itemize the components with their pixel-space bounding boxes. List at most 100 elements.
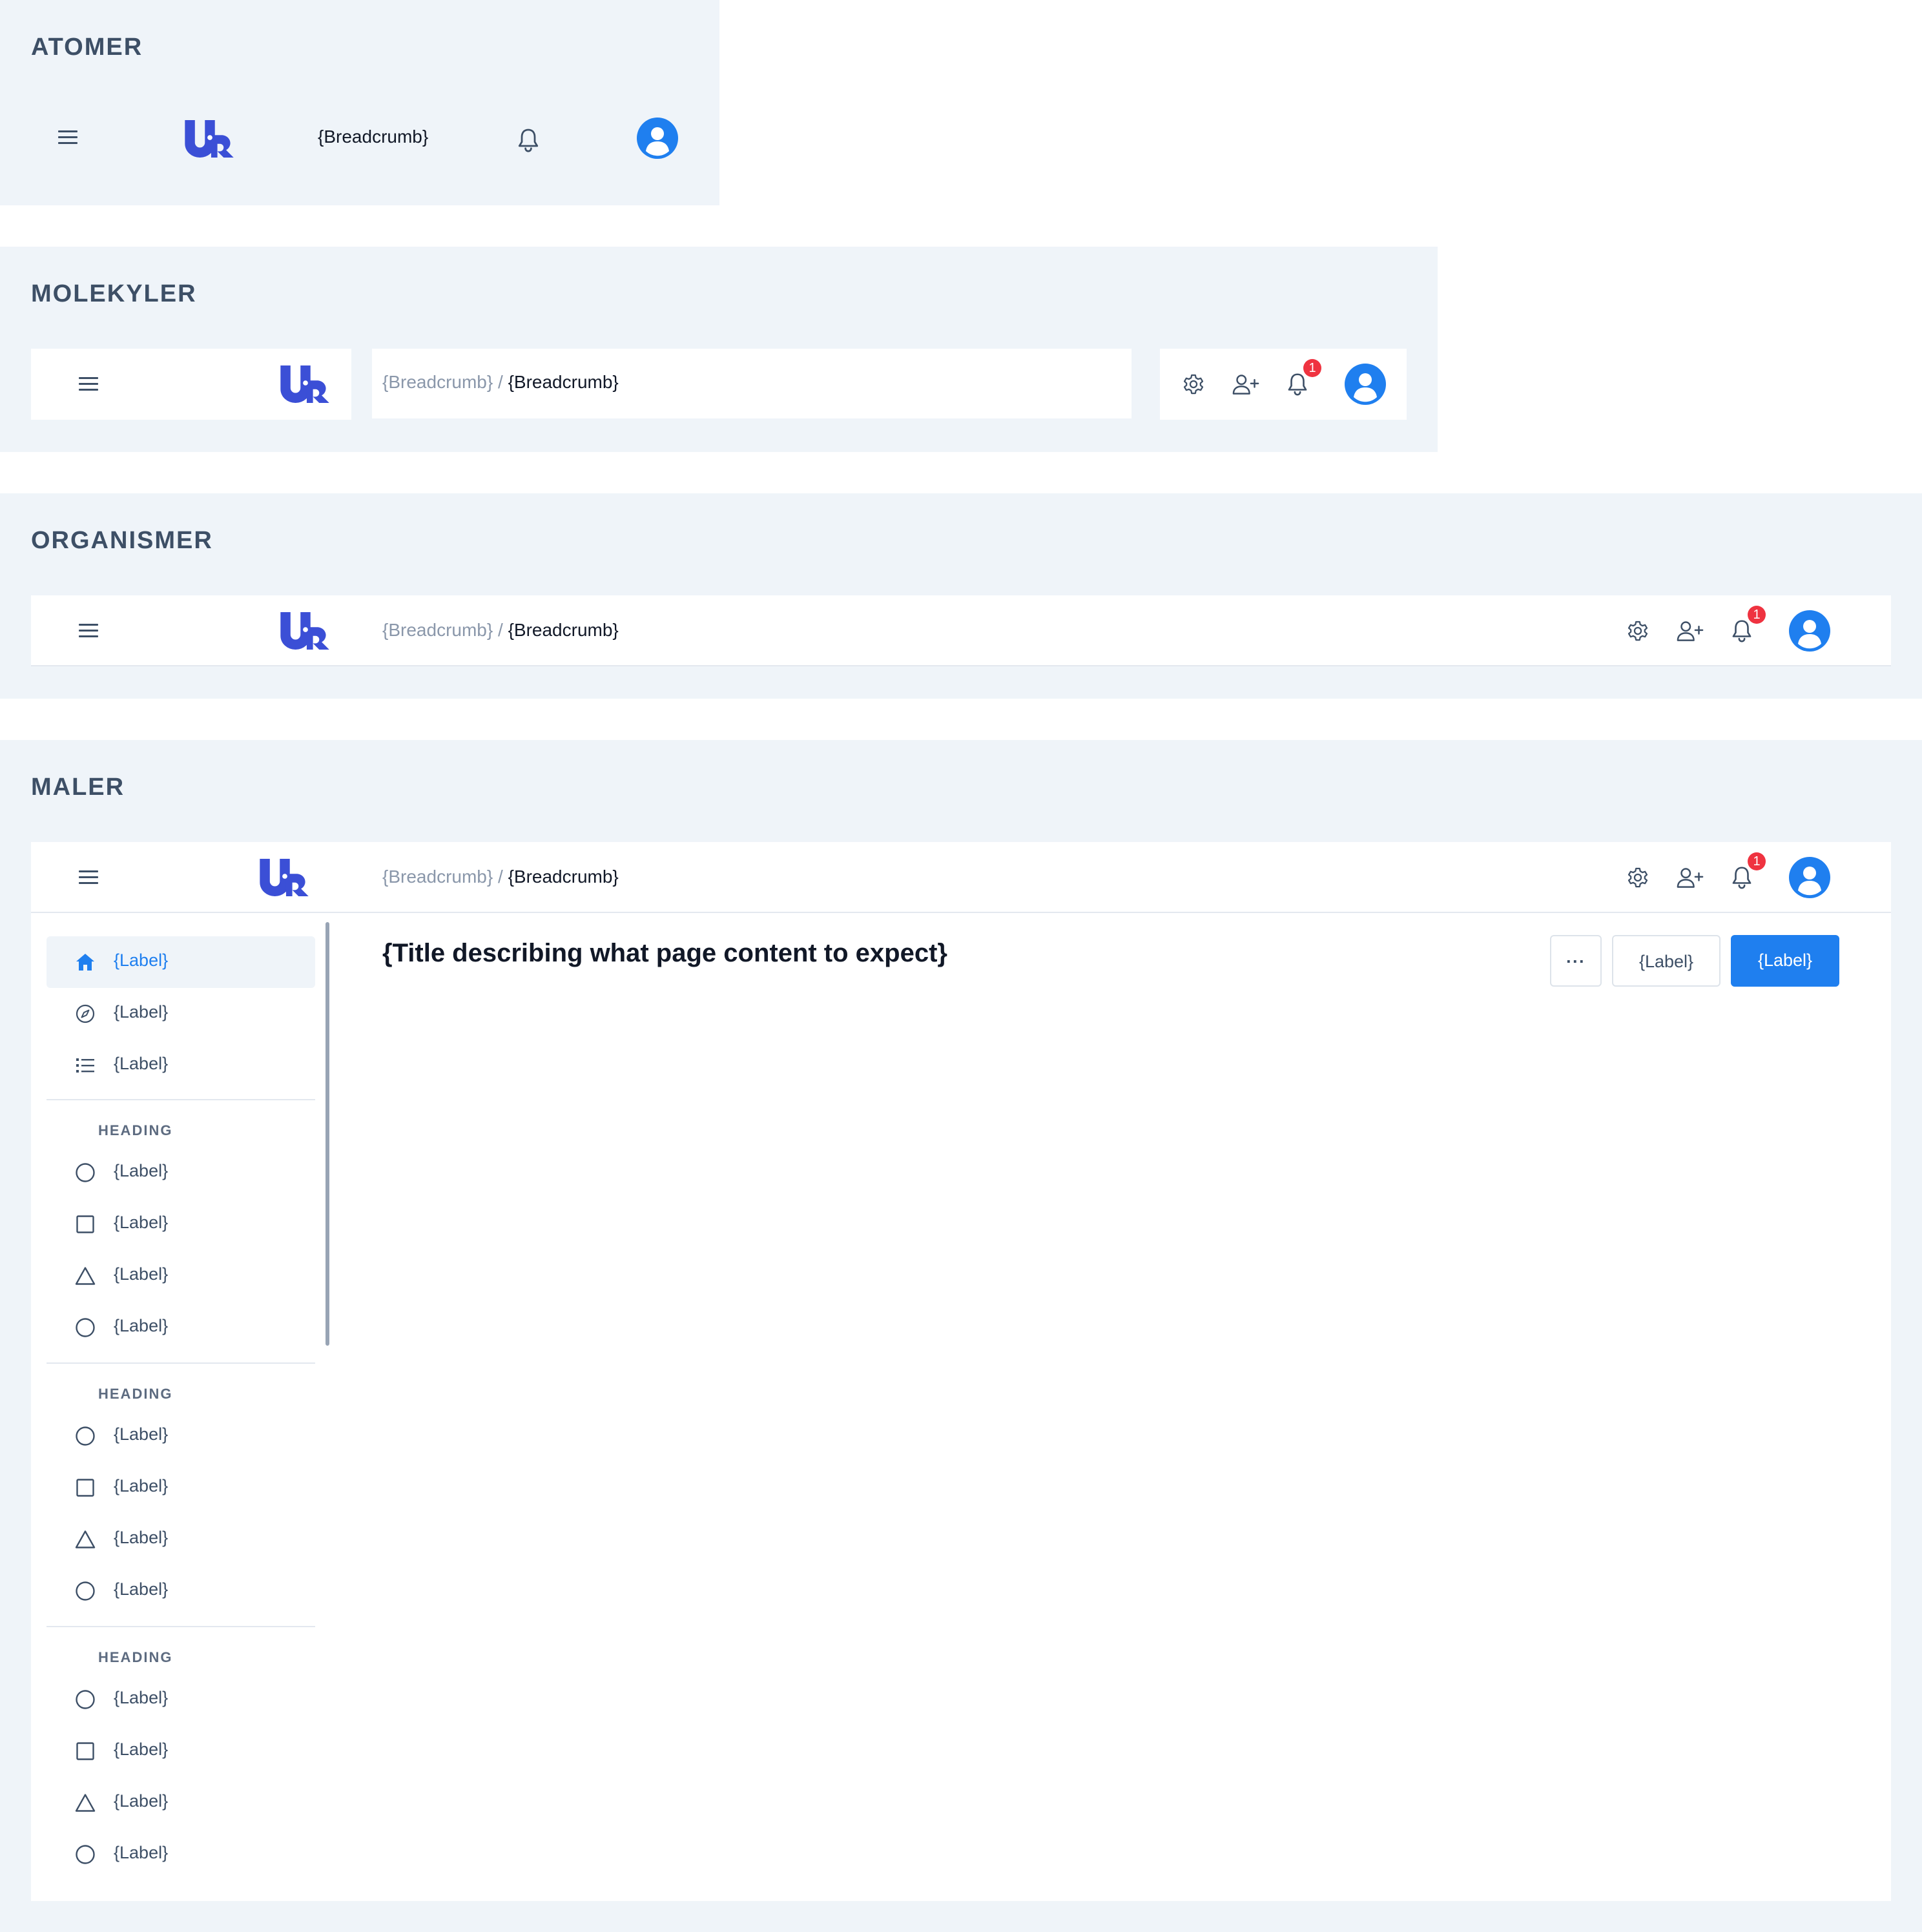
- sidebar-item-label: {Label}: [114, 1213, 169, 1232]
- square-icon: [75, 1741, 96, 1762]
- sidebar-item-label: {Label}: [114, 1161, 169, 1180]
- triangle-icon: [75, 1266, 96, 1286]
- sidebar-heading: HEADING: [98, 1649, 173, 1665]
- user-icon: [1345, 364, 1386, 405]
- sidebar: {Label} {Label} {Label} HEADING {Label} …: [0, 842, 362, 1901]
- breadcrumb-parent[interactable]: {Breadcrumb}: [382, 372, 493, 392]
- avatar[interactable]: [1789, 857, 1830, 898]
- avatar[interactable]: [1345, 364, 1386, 405]
- sidebar-item-home[interactable]: {Label}: [46, 936, 315, 988]
- section-organismer: ORGANISMER {Breadcrumb} / {Breadcrumb} 1: [0, 493, 1922, 699]
- section-atomer: ATOMER {Breadcrumb}: [0, 0, 719, 205]
- header-bar: {Breadcrumb} / {Breadcrumb} 1: [31, 595, 1891, 666]
- menu-icon[interactable]: [58, 130, 78, 145]
- triangle-icon: [75, 1529, 96, 1550]
- section-molekyler: MOLEKYLER {Breadcrumb} / {Breadcrumb} 1: [0, 247, 1438, 452]
- more-button[interactable]: ···: [1550, 935, 1602, 987]
- breadcrumb-current: {Breadcrumb}: [508, 372, 619, 392]
- add-user-icon[interactable]: [1675, 619, 1705, 642]
- actions-bar: 1: [1160, 349, 1407, 420]
- primary-button[interactable]: {Label}: [1731, 935, 1839, 987]
- menu-icon[interactable]: [79, 377, 98, 391]
- sidebar-item-label: {Label}: [114, 1791, 169, 1811]
- triangle-icon: [75, 1793, 96, 1813]
- notification-badge: 1: [1748, 852, 1766, 870]
- secondary-button[interactable]: {Label}: [1612, 935, 1720, 987]
- sidebar-item[interactable]: {Label}: [46, 1462, 315, 1514]
- circle-icon: [75, 1317, 96, 1338]
- gear-icon[interactable]: [1626, 866, 1649, 889]
- avatar[interactable]: [1789, 610, 1830, 652]
- sidebar-item[interactable]: {Label}: [46, 1198, 315, 1250]
- circle-icon: [75, 1426, 96, 1446]
- breadcrumb-parent[interactable]: {Breadcrumb}: [382, 867, 493, 887]
- list-icon: [75, 1055, 96, 1076]
- home-icon: [75, 952, 96, 972]
- add-user-icon[interactable]: [1675, 866, 1705, 889]
- sidebar-heading: HEADING: [98, 1122, 173, 1138]
- breadcrumb: {Breadcrumb} / {Breadcrumb}: [382, 620, 619, 640]
- sidebar-item-label: {Label}: [114, 1528, 169, 1547]
- breadcrumb: {Breadcrumb} / {Breadcrumb}: [382, 867, 619, 887]
- sidebar-item-label: {Label}: [114, 1740, 169, 1759]
- sidebar-scrollbar[interactable]: [326, 922, 329, 1346]
- circle-icon: [75, 1689, 96, 1710]
- square-icon: [75, 1214, 96, 1235]
- sidebar-item[interactable]: {Label}: [46, 1777, 315, 1829]
- sidebar-item[interactable]: {Label}: [46, 1410, 315, 1462]
- avatar[interactable]: [637, 118, 678, 159]
- sidebar-item-explore[interactable]: {Label}: [46, 988, 315, 1040]
- sidebar-item[interactable]: {Label}: [46, 1302, 315, 1353]
- section-maler: MALER {Breadcrumb} / {Breadcrumb} 1 {Lab…: [0, 740, 1922, 1932]
- logo[interactable]: [185, 120, 235, 158]
- sidebar-item-label: {Label}: [114, 951, 169, 970]
- sidebar-item-label: {Label}: [114, 1424, 169, 1444]
- sidebar-item-label: {Label}: [114, 1579, 169, 1599]
- sidebar-item-label: {Label}: [114, 1316, 169, 1335]
- breadcrumb-current: {Breadcrumb}: [508, 867, 619, 887]
- sidebar-item-label: {Label}: [114, 1054, 169, 1073]
- sidebar-item[interactable]: {Label}: [46, 1829, 315, 1880]
- notification-badge: 1: [1748, 606, 1766, 624]
- sidebar-heading: HEADING: [98, 1386, 173, 1402]
- sidebar-item-label: {Label}: [114, 1002, 169, 1022]
- bell-icon[interactable]: [515, 127, 541, 152]
- section-title: MOLEKYLER: [31, 280, 197, 307]
- breadcrumb[interactable]: {Breadcrumb}: [318, 127, 428, 147]
- circle-icon: [75, 1844, 96, 1865]
- gear-icon[interactable]: [1626, 619, 1649, 642]
- sidebar-item[interactable]: {Label}: [46, 1565, 315, 1617]
- menu-icon[interactable]: [79, 624, 98, 638]
- sidebar-item-label: {Label}: [114, 1264, 169, 1284]
- user-icon: [1789, 857, 1830, 898]
- divider: [46, 1099, 315, 1100]
- section-title: ATOMER: [31, 34, 143, 61]
- sidebar-item[interactable]: {Label}: [46, 1250, 315, 1302]
- divider: [46, 1362, 315, 1364]
- sidebar-item-label: {Label}: [114, 1843, 169, 1862]
- circle-icon: [75, 1581, 96, 1601]
- breadcrumb-bar: {Breadcrumb} / {Breadcrumb}: [372, 349, 1132, 418]
- sidebar-item[interactable]: {Label}: [46, 1725, 315, 1777]
- square-icon: [75, 1477, 96, 1498]
- page-title: {Title describing what page content to e…: [382, 939, 947, 967]
- page-frame: {Breadcrumb} / {Breadcrumb} 1 {Label} {L…: [31, 842, 1891, 1901]
- breadcrumb: {Breadcrumb} / {Breadcrumb}: [382, 372, 619, 392]
- circle-icon: [75, 1162, 96, 1183]
- sidebar-item-label: {Label}: [114, 1688, 169, 1707]
- user-icon: [1789, 610, 1830, 652]
- section-title: MALER: [31, 774, 125, 801]
- sidebar-item[interactable]: {Label}: [46, 1514, 315, 1565]
- logo[interactable]: [280, 612, 331, 650]
- gear-icon[interactable]: [1182, 373, 1205, 396]
- breadcrumb-parent[interactable]: {Breadcrumb}: [382, 620, 493, 640]
- sidebar-item[interactable]: {Label}: [46, 1147, 315, 1198]
- sidebar-item-list[interactable]: {Label}: [46, 1040, 315, 1091]
- divider: [46, 1626, 315, 1627]
- logo[interactable]: [280, 365, 331, 403]
- compass-icon: [75, 1003, 96, 1024]
- notification-badge: 1: [1303, 359, 1321, 377]
- section-title: ORGANISMER: [31, 527, 213, 554]
- add-user-icon[interactable]: [1231, 373, 1261, 396]
- sidebar-item[interactable]: {Label}: [46, 1674, 315, 1725]
